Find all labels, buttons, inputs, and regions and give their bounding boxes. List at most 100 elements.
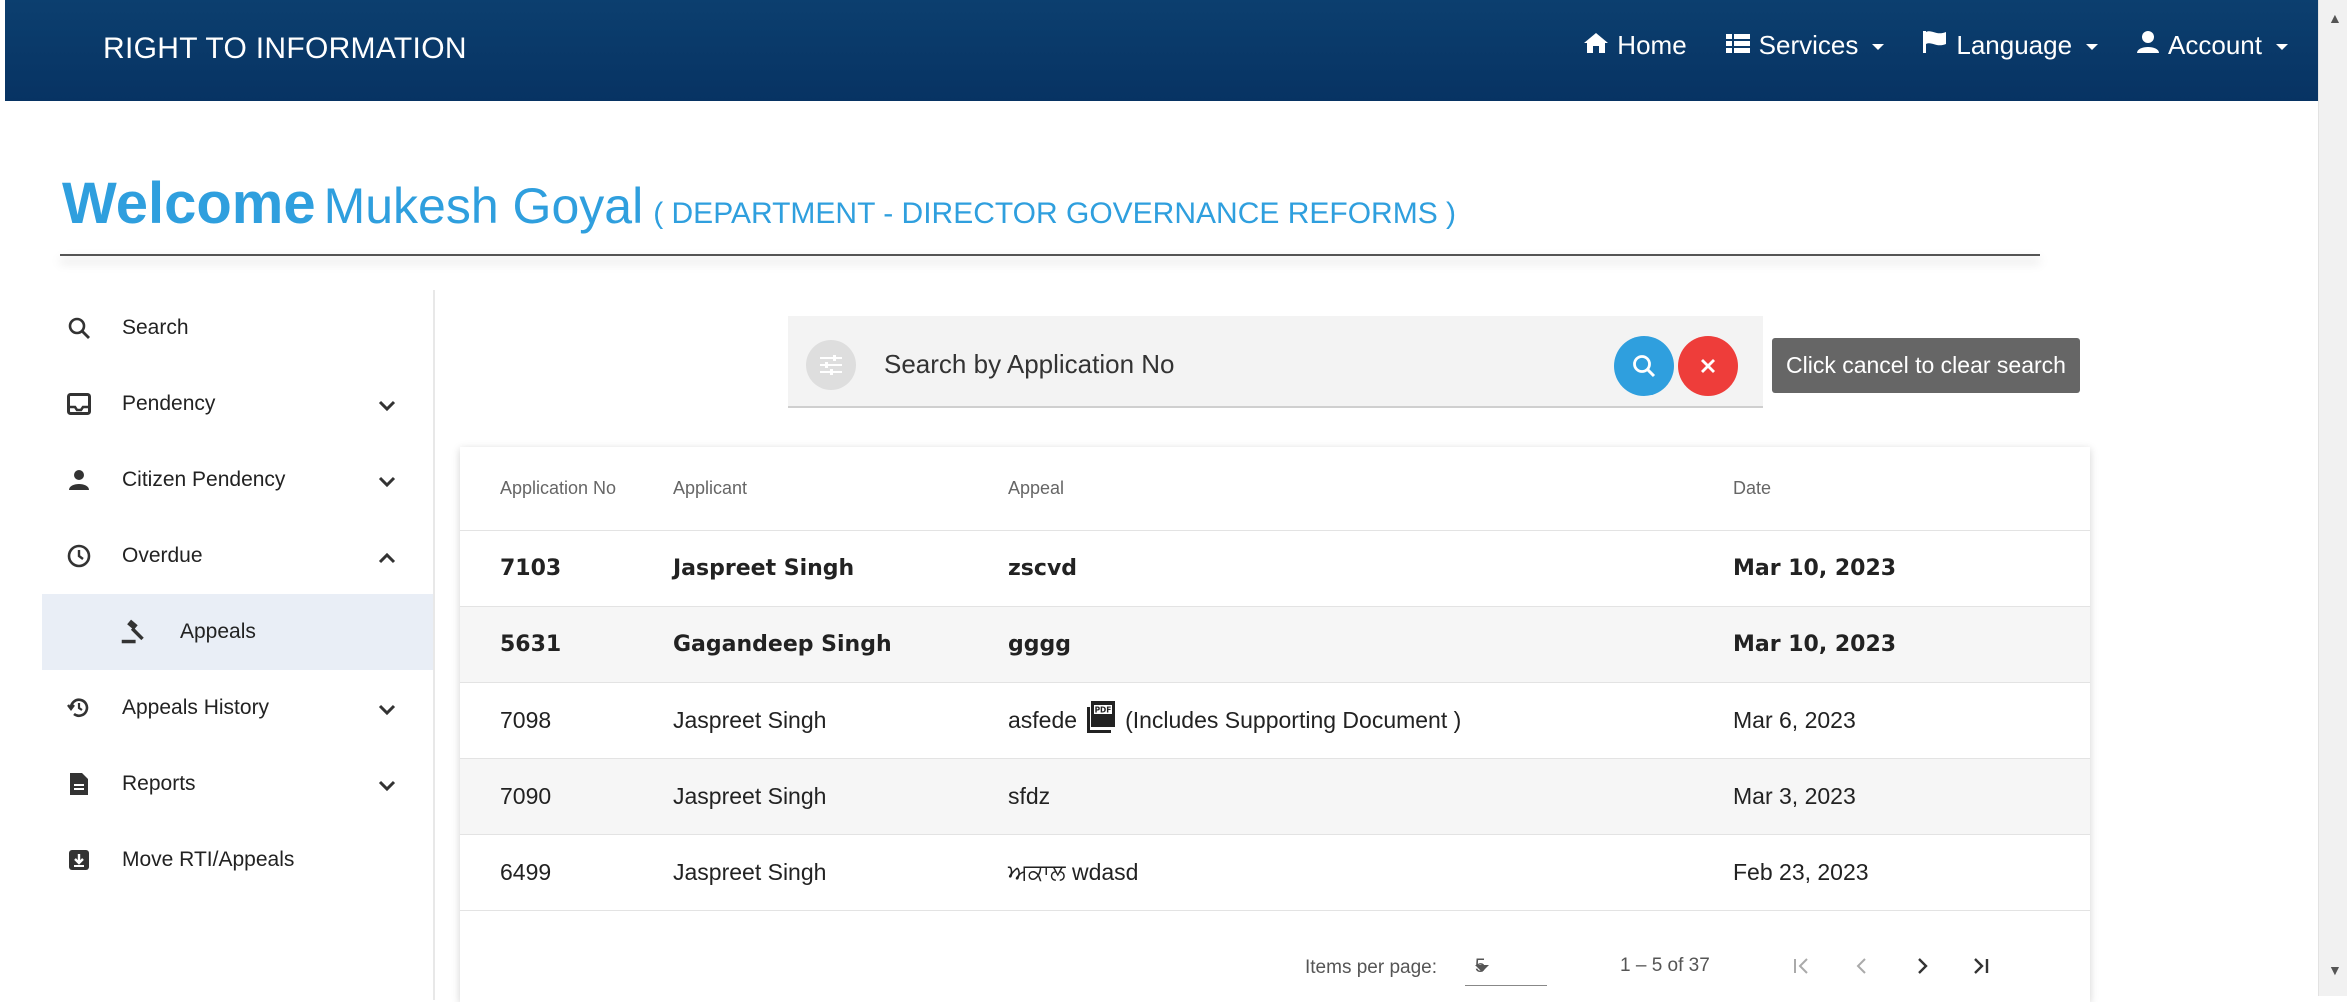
clock-icon bbox=[66, 544, 92, 568]
cell-date: Mar 10, 2023 bbox=[1733, 632, 1897, 657]
caret-down-icon bbox=[1872, 43, 1885, 50]
cell-applicant: Jaspreet Singh bbox=[673, 707, 827, 733]
cell-application-no: 7090 bbox=[500, 783, 552, 809]
sidebar-item-pendency[interactable]: Pendency bbox=[42, 366, 434, 442]
search-icon bbox=[66, 317, 92, 339]
page-scrollbar[interactable]: ▲ ▼ bbox=[2318, 0, 2347, 996]
app-title[interactable]: RIGHT TO INFORMATION bbox=[103, 32, 467, 66]
cell-application-no: 5631 bbox=[500, 632, 562, 657]
table-row[interactable]: 7103 Jaspreet Singh zscvd Mar 10, 2023 bbox=[460, 531, 2090, 607]
sidebar-item-reports[interactable]: Reports bbox=[42, 746, 434, 822]
welcome-heading: Welcome Mukesh Goyal ( DEPARTMENT - DIRECT… bbox=[62, 170, 1456, 237]
sidebar-item-overdue[interactable]: Overdue bbox=[42, 518, 434, 594]
chevron-down-icon[interactable] bbox=[378, 698, 396, 722]
welcome-word: Welcome bbox=[62, 171, 316, 236]
next-page-icon bbox=[1918, 958, 1928, 974]
last-page-icon bbox=[1974, 958, 1989, 974]
file-icon bbox=[66, 772, 92, 796]
search-input[interactable] bbox=[884, 346, 1584, 382]
person-icon bbox=[66, 469, 92, 491]
first-page-icon bbox=[1794, 958, 1808, 974]
table-row[interactable]: 6499 Jaspreet Singh ਅਕਾਲ wdasd Feb 23, 2… bbox=[460, 835, 2090, 911]
sidebar-item-citizen-pendency[interactable]: Citizen Pendency bbox=[42, 442, 434, 518]
top-nav: Home Services Language Account bbox=[1545, 30, 2288, 61]
chevron-up-icon[interactable] bbox=[378, 546, 396, 570]
items-per-page-label: Items per page: bbox=[1305, 957, 1438, 978]
caret-down-icon bbox=[2276, 43, 2288, 50]
sidebar-item-appeals-history[interactable]: Appeals History bbox=[42, 670, 434, 746]
last-page-button[interactable] bbox=[1960, 946, 2000, 986]
sidebar-item-label: Appeals History bbox=[122, 696, 270, 719]
sidebar-item-label: Search bbox=[122, 316, 189, 339]
home-icon bbox=[1583, 30, 1617, 61]
svg-text:PDF: PDF bbox=[1095, 706, 1112, 715]
sidebar-item-label: Move RTI/Appeals bbox=[122, 848, 295, 871]
cell-appeal: asfede PDF (Includes Supporting Document… bbox=[1008, 683, 1461, 758]
sidebar-item-appeals[interactable]: Appeals bbox=[42, 594, 434, 670]
col-header-applicant[interactable]: Applicant bbox=[673, 447, 747, 530]
cancel-search-button[interactable] bbox=[1678, 336, 1738, 396]
nav-services[interactable]: Services bbox=[1725, 30, 1885, 61]
move-icon bbox=[66, 849, 92, 871]
nav-home[interactable]: Home bbox=[1583, 30, 1687, 61]
inbox-icon bbox=[66, 393, 92, 415]
sidebar-item-move-rti[interactable]: Move RTI/Appeals bbox=[42, 822, 434, 898]
cell-date: Feb 23, 2023 bbox=[1733, 859, 1869, 885]
sidebar-item-label: Reports bbox=[122, 772, 196, 795]
col-header-application-no[interactable]: Application No bbox=[500, 447, 616, 530]
cell-appeal: sfdz bbox=[1008, 783, 1051, 809]
prev-page-icon bbox=[1856, 958, 1866, 974]
scroll-down-icon[interactable]: ▼ bbox=[2328, 962, 2342, 978]
paginator: Items per page: 5 1 – 5 of 37 bbox=[460, 932, 2090, 1002]
list-icon bbox=[1725, 30, 1759, 61]
nav-account-label: Account bbox=[2168, 30, 2262, 60]
cell-application-no: 6499 bbox=[500, 859, 552, 885]
next-page-button[interactable] bbox=[1902, 946, 1942, 986]
filter-icon[interactable] bbox=[806, 340, 856, 390]
supporting-document-note: (Includes Supporting Document ) bbox=[1125, 707, 1462, 733]
table-row[interactable]: 7090 Jaspreet Singh sfdz Mar 3, 2023 bbox=[460, 759, 2090, 835]
cancel-tooltip: Click cancel to clear search bbox=[1772, 338, 2080, 393]
search-button[interactable] bbox=[1614, 336, 1674, 396]
nav-services-label: Services bbox=[1758, 30, 1859, 60]
flag-icon bbox=[1922, 30, 1956, 61]
welcome-divider bbox=[60, 254, 2040, 256]
nav-language-label: Language bbox=[1956, 30, 2073, 60]
dropdown-arrow-icon bbox=[1475, 965, 1489, 972]
first-page-button[interactable] bbox=[1782, 946, 1822, 986]
scroll-up-icon[interactable]: ▲ bbox=[2328, 10, 2342, 26]
search-bar bbox=[788, 316, 1763, 408]
nav-language[interactable]: Language bbox=[1922, 30, 2099, 61]
appeal-text: asfede bbox=[1008, 707, 1078, 733]
search-icon bbox=[1633, 355, 1656, 378]
cell-applicant: Jaspreet Singh bbox=[673, 859, 827, 885]
table-row[interactable]: 7098 Jaspreet Singh asfede PDF (Includes… bbox=[460, 683, 2090, 759]
cell-applicant: Gagandeep Singh bbox=[673, 632, 892, 657]
cell-date: Mar 6, 2023 bbox=[1733, 707, 1856, 733]
chevron-down-icon[interactable] bbox=[378, 394, 396, 418]
close-icon bbox=[1701, 359, 1715, 373]
cell-date: Mar 10, 2023 bbox=[1733, 556, 1897, 581]
prev-page-button[interactable] bbox=[1842, 946, 1882, 986]
table-header-row: Application No Applicant Appeal Date bbox=[460, 447, 2090, 531]
sidebar-item-search[interactable]: Search bbox=[42, 290, 434, 366]
cell-applicant: Jaspreet Singh bbox=[673, 556, 855, 581]
history-icon bbox=[66, 696, 92, 720]
sidebar: Search Pendency Citizen Pendency Overdue bbox=[42, 290, 434, 898]
page-range-label: 1 – 5 of 37 bbox=[1620, 955, 1710, 976]
cell-appeal: zscvd bbox=[1008, 556, 1078, 581]
col-header-date[interactable]: Date bbox=[1733, 447, 1771, 530]
cell-appeal: gggg bbox=[1008, 632, 1071, 657]
pdf-icon[interactable]: PDF bbox=[1087, 701, 1117, 733]
col-header-appeal[interactable]: Appeal bbox=[1008, 447, 1064, 530]
welcome-user: Mukesh Goyal bbox=[323, 178, 644, 234]
table-row[interactable]: 5631 Gagandeep Singh gggg Mar 10, 2023 bbox=[460, 607, 2090, 683]
sidebar-item-label: Citizen Pendency bbox=[122, 468, 286, 491]
sidebar-item-label: Pendency bbox=[122, 392, 216, 415]
page-size-select[interactable]: 5 bbox=[1465, 950, 1547, 986]
appeals-table: Application No Applicant Appeal Date 710… bbox=[460, 447, 2090, 1002]
cell-application-no: 7098 bbox=[500, 707, 552, 733]
chevron-down-icon[interactable] bbox=[378, 774, 396, 798]
chevron-down-icon[interactable] bbox=[378, 470, 396, 494]
nav-account[interactable]: Account bbox=[2136, 30, 2288, 61]
